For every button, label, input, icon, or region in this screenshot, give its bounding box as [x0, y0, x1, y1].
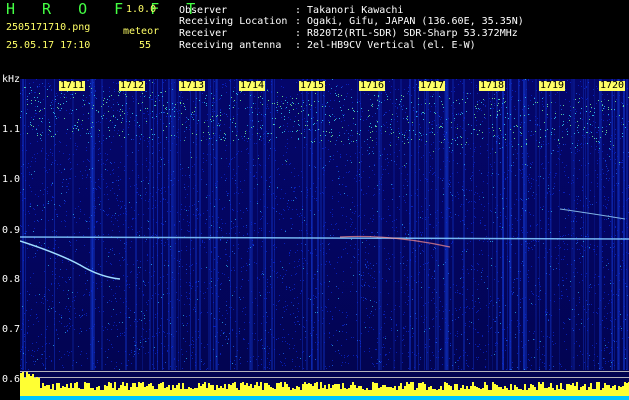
- app-version: 1.0.0: [126, 4, 157, 15]
- y-tick-1.0: 1.0: [2, 174, 21, 185]
- time-tick-1711: 1711: [59, 80, 86, 91]
- y-tick-0.8: 0.8: [2, 274, 21, 285]
- app-logo: H R O F F T: [6, 0, 205, 18]
- time-tick-1712: 1712: [119, 80, 146, 91]
- time-tick-1716: 1716: [359, 80, 386, 91]
- time-tick-1717: 1717: [419, 80, 446, 91]
- y-axis-unit: kHz: [2, 74, 21, 85]
- time-tick-1720: 1720: [599, 80, 626, 91]
- info-observer-value: : Takanori Kawachi: [295, 5, 404, 16]
- time-tick-1718: 1718: [479, 80, 506, 91]
- time-tick-1714: 1714: [239, 80, 266, 91]
- info-location-label: Receiving Location: [179, 16, 288, 27]
- timestamp: 25.05.17 17:10: [6, 40, 91, 51]
- time-tick-1715: 1715: [299, 80, 326, 91]
- y-tick-0.6: 0.6: [2, 374, 21, 385]
- time-tick-1713: 1713: [179, 80, 206, 91]
- info-receiver-label: Receiver: [179, 28, 228, 39]
- info-location-value: : Ogaki, Gifu, JAPAN (136.60E, 35.35N): [295, 16, 524, 27]
- time-tick-1719: 1719: [539, 80, 566, 91]
- spectrogram-canvas: [20, 79, 629, 400]
- y-tick-0.9: 0.9: [2, 225, 21, 236]
- info-observer-label: Observer: [179, 5, 228, 16]
- mode-label: meteor: [123, 26, 160, 37]
- y-tick-1.1: 1.1: [2, 124, 21, 135]
- file-name: 2505171710.png: [6, 22, 91, 33]
- spectrogram-waterfall: [20, 79, 629, 400]
- info-antenna-value: : 2el-HB9CV Vertical (el. E-W): [295, 40, 476, 51]
- info-receiver-value: : R820T2(RTL-SDR) SDR-Sharp 53.372MHz: [295, 28, 518, 39]
- info-antenna-label: Receiving antenna: [179, 40, 282, 51]
- meteor-count: 55: [139, 40, 152, 51]
- y-tick-0.7: 0.7: [2, 324, 21, 335]
